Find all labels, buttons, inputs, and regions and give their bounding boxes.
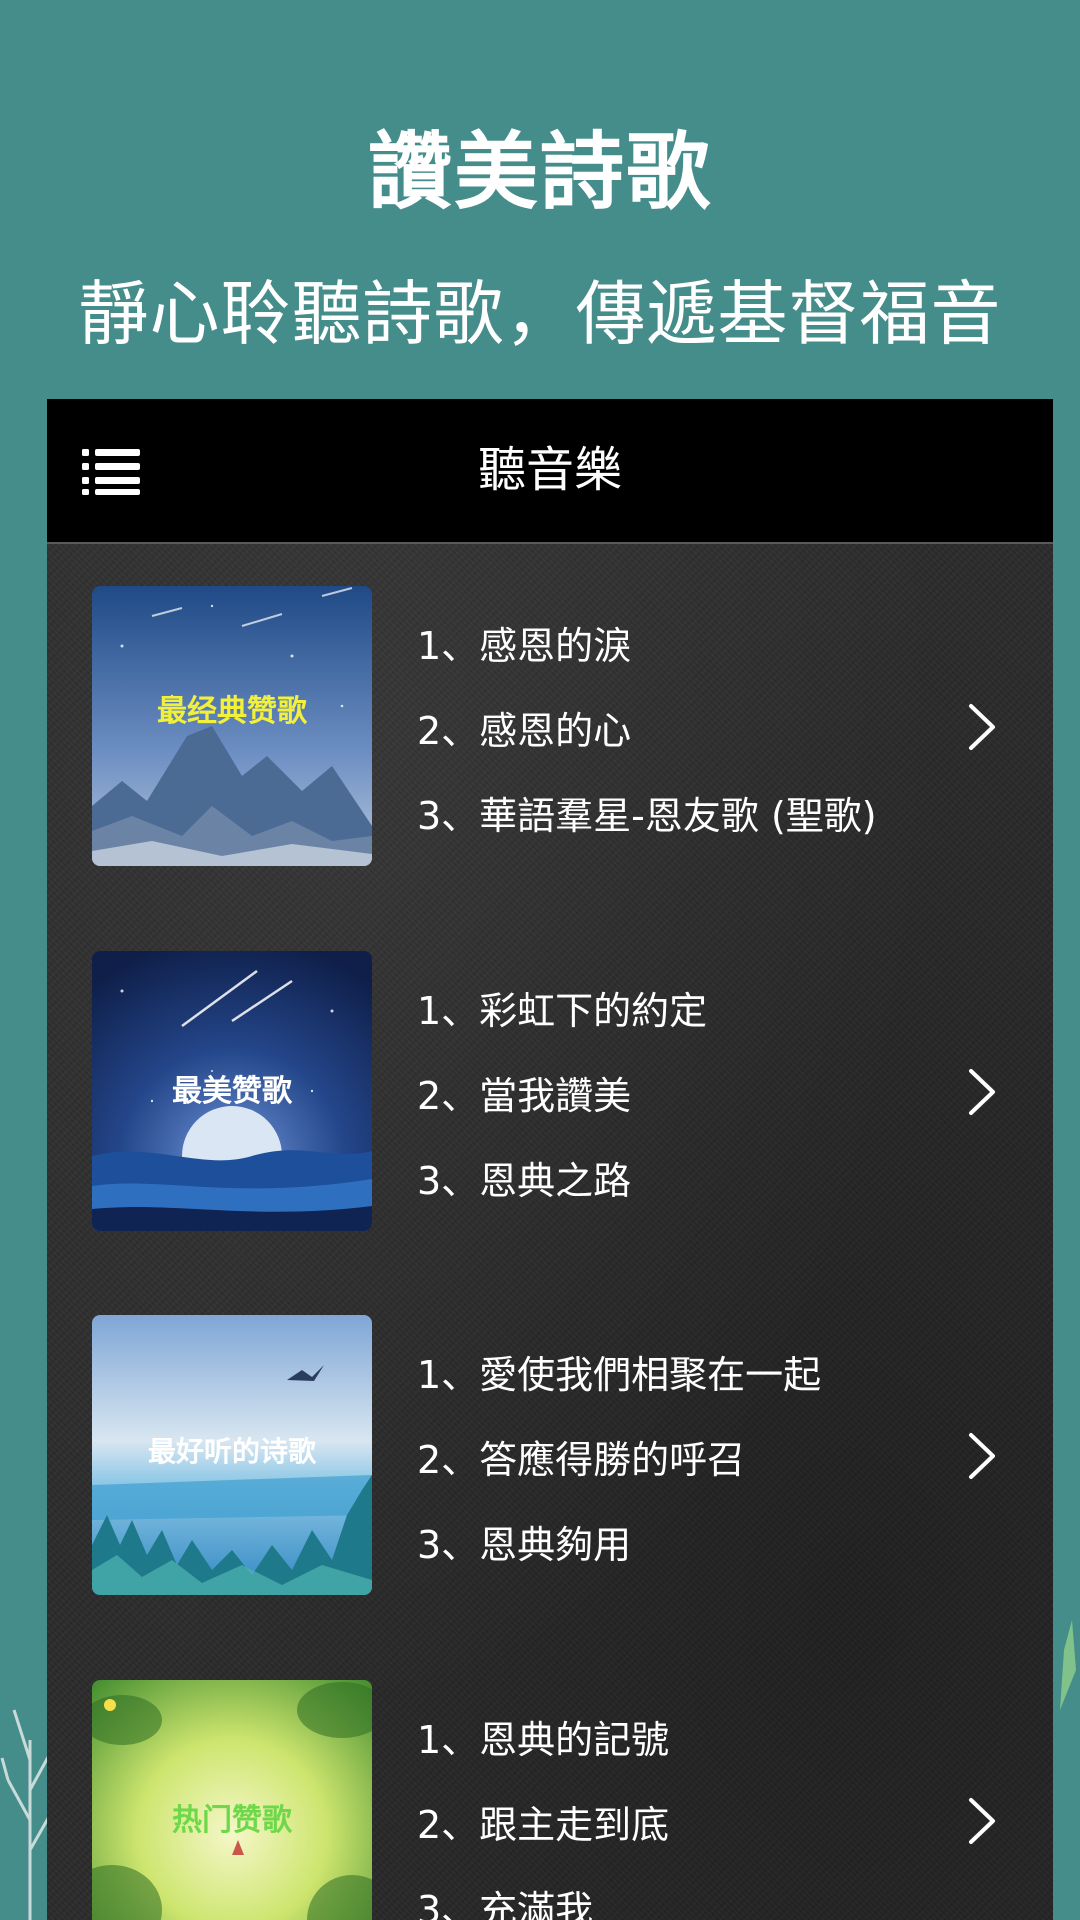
app-bar: 聽音樂 [47, 399, 1053, 544]
album-cover-image: 热门赞歌 [92, 1680, 372, 1920]
album-cover-image: 最经典赞歌 [92, 586, 372, 866]
track-item[interactable]: 2、當我讚美 [417, 1066, 977, 1151]
track-item[interactable]: 3、恩典夠用 [417, 1515, 977, 1600]
track-item[interactable]: 1、愛使我們相聚在一起 [417, 1345, 977, 1430]
album-cover-image: 最好听的诗歌 [92, 1315, 372, 1595]
chevron-right-icon[interactable] [967, 1067, 997, 1117]
track-item[interactable]: 1、感恩的淚 [417, 616, 977, 701]
album-row[interactable]: 最好听的诗歌 1、愛使我們相聚在一起 2、答應得勝的呼召 3、恩典夠用 [47, 1315, 1053, 1597]
album-cover-label: 最美赞歌 [172, 1074, 292, 1109]
album-cover-label: 热门赞歌 [172, 1803, 292, 1838]
track-list: 1、感恩的淚 2、感恩的心 3、華語羣星-恩友歌 (聖歌) [417, 616, 977, 871]
chevron-right-icon[interactable] [967, 702, 997, 752]
app-title: 聽音樂 [477, 442, 622, 498]
track-item[interactable]: 3、華語羣星-恩友歌 (聖歌) [417, 786, 977, 871]
track-list: 1、恩典的記號 2、跟主走到底 3、充滿我 [417, 1710, 977, 1920]
album-cover-image: 最美赞歌 [92, 951, 372, 1231]
album-cover-label: 最好听的诗歌 [147, 1435, 316, 1468]
chevron-right-icon[interactable] [967, 1431, 997, 1481]
background-plant-image [1060, 1620, 1076, 1710]
app-screen: 聽音樂 最经典赞歌 1、感恩的淚 2、感恩的心 3、華語羣星-恩友歌 (聖歌) … [47, 399, 1053, 1920]
album-cover-label: 最经典赞歌 [157, 694, 307, 729]
track-item[interactable]: 3、恩典之路 [417, 1151, 977, 1236]
track-item[interactable]: 2、感恩的心 [417, 701, 977, 786]
track-item[interactable]: 2、答應得勝的呼召 [417, 1430, 977, 1515]
album-row[interactable]: 热门赞歌 1、恩典的記號 2、跟主走到底 3、充滿我 [47, 1680, 1053, 1920]
album-row[interactable]: 最经典赞歌 1、感恩的淚 2、感恩的心 3、華語羣星-恩友歌 (聖歌) [47, 586, 1053, 868]
menu-list-icon[interactable] [82, 447, 140, 495]
track-item[interactable]: 1、彩虹下的約定 [417, 981, 977, 1066]
album-row[interactable]: 最美赞歌 1、彩虹下的約定 2、當我讚美 3、恩典之路 [47, 951, 1053, 1233]
track-item[interactable]: 3、充滿我 [417, 1880, 977, 1920]
promo-subtitle: 靜心聆聽詩歌，傳遞基督福音 [78, 273, 1002, 355]
chevron-right-icon[interactable] [967, 1796, 997, 1846]
track-item[interactable]: 1、恩典的記號 [417, 1710, 977, 1795]
track-list: 1、愛使我們相聚在一起 2、答應得勝的呼召 3、恩典夠用 [417, 1345, 977, 1600]
promo-title: 讚美詩歌 [367, 123, 712, 221]
track-item[interactable]: 2、跟主走到底 [417, 1795, 977, 1880]
track-list: 1、彩虹下的約定 2、當我讚美 3、恩典之路 [417, 981, 977, 1236]
